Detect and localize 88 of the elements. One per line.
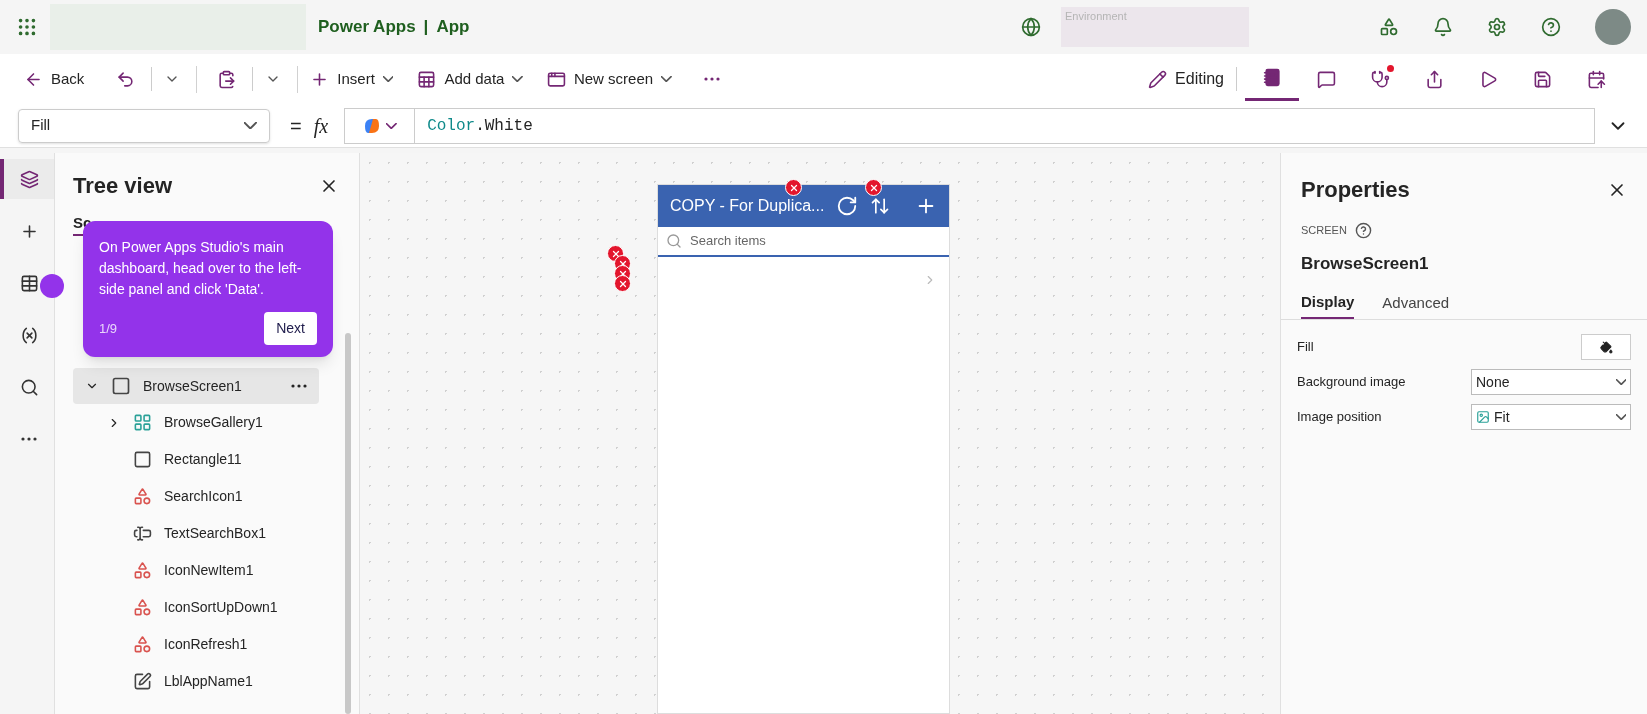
text-input-icon xyxy=(133,524,152,543)
screen-icon xyxy=(111,376,131,396)
function-label: fx xyxy=(313,113,329,140)
more-icon[interactable] xyxy=(291,384,307,388)
tooltip-text: On Power Apps Studio's main dashboard, head over to the left-side panel and click 'Data'. xyxy=(99,238,303,299)
tree-item[interactable]: IconSortUpDown1 xyxy=(73,589,319,626)
pencil-icon xyxy=(1148,69,1168,89)
rectangle-icon xyxy=(133,450,152,469)
tree-item[interactable]: BrowseScreen1 xyxy=(73,368,319,404)
property-label: Background image xyxy=(1297,373,1406,392)
tree-item[interactable]: IconRefresh1 xyxy=(73,626,319,663)
search-icon xyxy=(19,377,39,397)
step-counter: 1/9 xyxy=(99,319,118,338)
caret-icon xyxy=(382,76,394,82)
notebook-icon xyxy=(1262,68,1282,87)
property-label: Image position xyxy=(1297,408,1382,427)
formula-field[interactable]: Color.White xyxy=(344,107,1595,144)
scrollbar[interactable] xyxy=(345,333,351,714)
clipboard-icon xyxy=(217,69,237,89)
gallery-icon xyxy=(133,413,152,432)
property-tab[interactable]: Advanced xyxy=(1382,290,1450,319)
caret-icon xyxy=(1615,379,1626,385)
refresh-icon xyxy=(836,195,859,217)
help-icon[interactable] xyxy=(1354,222,1372,239)
title-separator: | xyxy=(423,16,429,39)
app-launcher-icon[interactable] xyxy=(16,16,38,38)
caret-icon xyxy=(386,122,397,129)
shapes-icon xyxy=(133,487,152,506)
control-name: BrowseScreen1 xyxy=(1300,253,1430,275)
notifications-icon[interactable] xyxy=(1433,17,1453,37)
panel-title: Properties xyxy=(1301,176,1410,204)
help-icon[interactable] xyxy=(1541,17,1561,37)
tree-item[interactable]: BrowseGallery1 xyxy=(73,404,319,441)
search-icon xyxy=(666,233,682,249)
search-field[interactable]: Search items xyxy=(690,231,941,251)
shapes-icon xyxy=(133,598,152,617)
shapes-icon xyxy=(133,561,152,580)
table-icon xyxy=(19,273,39,293)
save-icon xyxy=(1532,69,1552,89)
tree-item[interactable]: LblAppName1 xyxy=(73,663,319,700)
layers-icon xyxy=(19,169,39,189)
caret-icon xyxy=(661,76,672,82)
editing-button[interactable]: Editing xyxy=(1148,67,1237,91)
header-title: COPY - For Duplica... xyxy=(670,196,825,216)
paint-bucket-icon xyxy=(1599,340,1613,354)
new-screen-button[interactable]: New screen xyxy=(546,67,672,91)
caret-icon xyxy=(1615,414,1626,420)
error-icon xyxy=(614,275,631,292)
formula-text: Color.White xyxy=(427,115,533,137)
app-name: App xyxy=(436,16,470,39)
shapes-icon xyxy=(133,635,152,654)
environment-icon[interactable] xyxy=(1021,17,1041,37)
avatar[interactable] xyxy=(1595,9,1631,45)
caret-icon xyxy=(244,121,257,130)
more-icon[interactable] xyxy=(703,77,720,81)
property-dropdown[interactable]: Fit xyxy=(1471,404,1631,430)
tree-item[interactable]: TextSearchBox1 xyxy=(73,515,319,552)
screen-plus-icon xyxy=(546,69,566,89)
table-plus-icon xyxy=(417,69,437,89)
back-button[interactable]: Back xyxy=(24,67,85,91)
add-data-button[interactable]: Add data xyxy=(417,67,523,91)
share-icon xyxy=(1424,69,1444,89)
undo-icon xyxy=(116,69,136,89)
variable-icon xyxy=(19,325,39,345)
property-dropdown[interactable]: Fill xyxy=(18,108,270,143)
layers-rail-button[interactable] xyxy=(0,159,54,199)
control-type: SCREEN xyxy=(1301,223,1347,239)
tree-item[interactable]: SearchIcon1 xyxy=(73,478,319,515)
image-icon xyxy=(1476,410,1490,424)
property-tab[interactable]: Display xyxy=(1301,290,1355,319)
property-dropdown[interactable]: None xyxy=(1471,369,1631,395)
publish-icon xyxy=(1586,69,1606,89)
settings-icon[interactable] xyxy=(1487,17,1507,37)
sort-icon xyxy=(870,196,891,216)
label-edit-icon xyxy=(133,672,152,691)
more-icon[interactable] xyxy=(21,437,37,441)
tree-item[interactable]: IconNewItem1 xyxy=(73,552,319,589)
property-label: Fill xyxy=(1297,338,1314,357)
product-title: Power Apps xyxy=(318,16,416,39)
caret-icon xyxy=(512,76,523,82)
stethoscope-icon xyxy=(1370,69,1390,89)
insert-button[interactable]: Insert xyxy=(310,67,394,91)
comment-icon xyxy=(1316,69,1336,89)
panel-title: Tree view xyxy=(73,172,173,200)
tree-item[interactable]: Rectangle11 xyxy=(73,441,319,478)
next-button[interactable]: Next xyxy=(264,312,317,345)
equals-sign: = xyxy=(290,113,302,139)
fill-color-button[interactable] xyxy=(1581,334,1631,360)
